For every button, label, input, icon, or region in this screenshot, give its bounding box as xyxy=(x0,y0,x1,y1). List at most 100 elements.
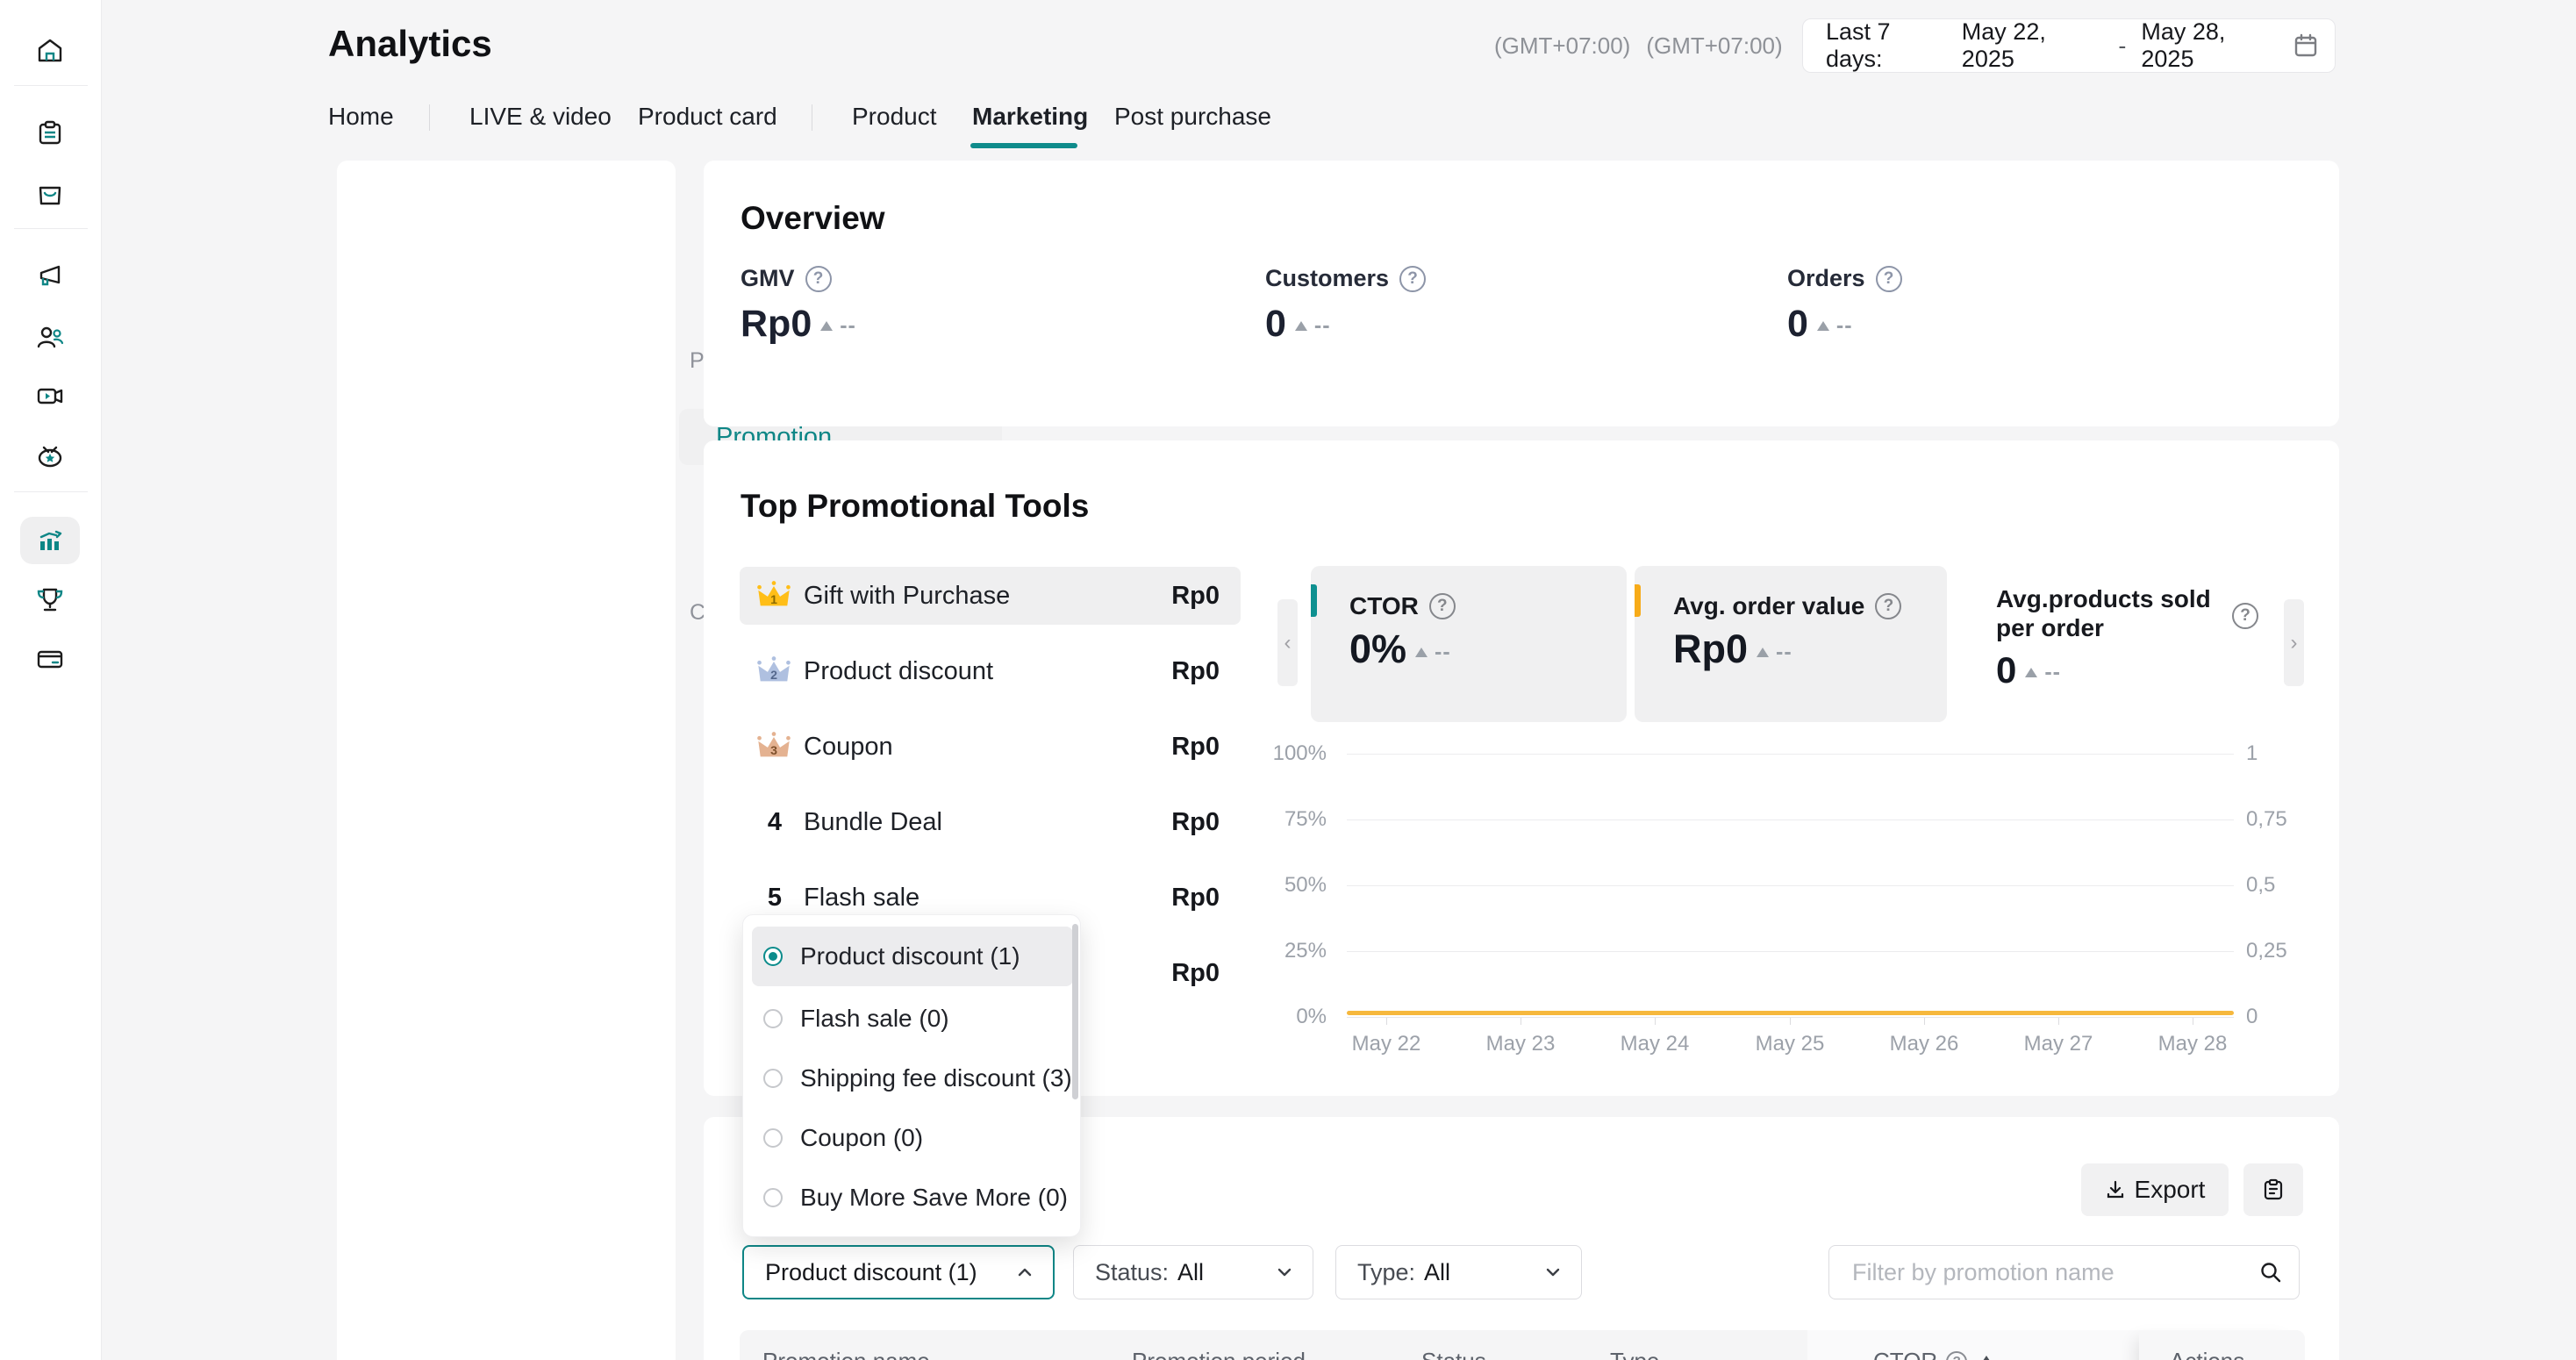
rank-number: 4 xyxy=(760,808,790,837)
trophy-icon[interactable] xyxy=(35,584,65,614)
affiliate-users-icon[interactable] xyxy=(35,322,65,352)
x-tick xyxy=(1655,1018,1656,1025)
column-promotion-period: Promotion period xyxy=(1132,1348,1306,1360)
radio-icon[interactable] xyxy=(763,1069,783,1088)
dropdown-scrollbar[interactable] xyxy=(1072,924,1078,1099)
live-tv-icon[interactable] xyxy=(35,441,65,471)
active-tab-underline xyxy=(970,143,1077,148)
tool-filter-select[interactable]: Product discount (1) xyxy=(742,1245,1055,1299)
x-tick xyxy=(1790,1018,1791,1025)
radio-icon[interactable] xyxy=(763,1188,783,1207)
y2-axis-tick: 1 xyxy=(2246,741,2258,766)
orders-label-row: Orders ? xyxy=(1787,265,1902,292)
top-tool-value: Rp0 xyxy=(1097,884,1220,913)
date-separator: - xyxy=(2118,32,2126,60)
column-promotion-name: Promotion name xyxy=(762,1348,930,1360)
trend-up-icon xyxy=(1415,648,1428,657)
top-tool-value: Rp0 xyxy=(1097,808,1220,837)
tab-post-purchase[interactable]: Post purchase xyxy=(1114,103,1271,131)
question-icon[interactable]: ? xyxy=(1876,266,1902,292)
y-axis-tick: 75% xyxy=(1255,807,1327,832)
report-clipboard-button[interactable] xyxy=(2243,1163,2303,1216)
trend-up-icon xyxy=(1817,321,1829,331)
x-axis-label: May 24 xyxy=(1602,1032,1707,1056)
shop-bag-icon[interactable] xyxy=(35,179,65,209)
x-axis-label: May 27 xyxy=(2006,1032,2111,1056)
dropdown-option-product-discount[interactable]: Product discount (1) xyxy=(752,927,1073,986)
avg-order-value-label: Avg. order value xyxy=(1673,592,1864,620)
question-icon[interactable]: ? xyxy=(1399,266,1426,292)
orders-value-row: 0 -- xyxy=(1787,303,1853,346)
svg-text:2: 2 xyxy=(770,668,777,682)
chart-series-line xyxy=(1347,1011,2234,1015)
divider xyxy=(14,491,88,492)
carousel-right-button[interactable]: › xyxy=(2284,599,2304,686)
question-icon: ? xyxy=(1946,1351,1967,1360)
search-icon[interactable] xyxy=(2258,1260,2283,1285)
question-icon[interactable]: ? xyxy=(2232,603,2258,629)
home-icon[interactable] xyxy=(35,36,65,66)
divider xyxy=(14,228,88,229)
icon-sidebar xyxy=(0,0,102,1360)
finance-card-icon[interactable] xyxy=(35,644,65,674)
customers-value: 0 xyxy=(1265,303,1286,346)
option-label: Shipping fee discount (3) xyxy=(800,1064,1072,1092)
teal-accent-bar xyxy=(1311,584,1317,617)
tab-product[interactable]: Product xyxy=(852,103,937,131)
clipboard-icon xyxy=(2262,1178,2285,1201)
timezone-a: (GMT+07:00) xyxy=(1494,32,1630,60)
x-tick xyxy=(1924,1018,1925,1025)
chevron-down-icon xyxy=(1274,1262,1295,1283)
radio-selected-icon[interactable] xyxy=(763,947,783,966)
dropdown-option-flash-sale[interactable]: Flash sale (0) xyxy=(752,989,1073,1049)
question-icon[interactable]: ? xyxy=(805,266,832,292)
top-tool-label[interactable]: Bundle Deal xyxy=(804,808,942,837)
tool-filter-value: Product discount (1) xyxy=(765,1259,977,1286)
tab-live-video[interactable]: LIVE & video xyxy=(469,103,612,131)
orders-clipboard-icon[interactable] xyxy=(35,118,65,148)
marketing-subnav: Promotion Promotion tools Campaigns Prog… xyxy=(337,161,676,1360)
tab-home[interactable]: Home xyxy=(328,103,394,131)
y-axis-tick: 50% xyxy=(1255,873,1327,898)
chevron-up-icon xyxy=(1014,1262,1035,1283)
column-ctor-sortable[interactable]: CTOR ? xyxy=(1873,1348,1992,1360)
dropdown-option-shipping-fee-discount[interactable]: Shipping fee discount (3) xyxy=(752,1049,1073,1108)
avg-products-delta: -- xyxy=(2044,660,2061,685)
megaphone-icon[interactable] xyxy=(35,261,65,291)
analytics-chart-icon[interactable] xyxy=(35,526,65,555)
avg-order-value-delta: -- xyxy=(1776,640,1792,665)
avg-products-card-value: 0 -- xyxy=(1996,649,2061,691)
top-tool-label[interactable]: Coupon xyxy=(804,733,893,762)
question-icon[interactable]: ? xyxy=(1875,593,1901,619)
question-icon[interactable]: ? xyxy=(1429,593,1456,619)
gmv-label: GMV xyxy=(741,265,795,292)
date-range-picker[interactable]: Last 7 days: May 22, 2025 - May 28, 2025 xyxy=(1802,18,2336,73)
y2-axis-tick: 0 xyxy=(2246,1005,2258,1029)
overview-title: Overview xyxy=(741,200,885,237)
export-button[interactable]: Export xyxy=(2081,1163,2229,1216)
carousel-left-button[interactable]: ‹ xyxy=(1277,599,1298,686)
radio-icon[interactable] xyxy=(763,1128,783,1148)
gridline xyxy=(1347,885,2234,886)
type-filter-select[interactable]: Type: All xyxy=(1335,1245,1582,1299)
option-label: Buy More Save More (0) xyxy=(800,1184,1068,1212)
avg-order-value-card-value: Rp0 -- xyxy=(1673,626,1792,672)
top-tool-label[interactable]: Product discount xyxy=(804,657,993,686)
top-tool-label[interactable]: Gift with Purchase xyxy=(804,582,1010,611)
gmv-value: Rp0 xyxy=(741,303,812,346)
top-tools-title: Top Promotional Tools xyxy=(741,488,1089,525)
promotion-search-input[interactable] xyxy=(1850,1258,2258,1287)
avg-products-sold-card[interactable]: Avg.products sold per order xyxy=(1996,584,2211,642)
top-tool-label[interactable]: Flash sale xyxy=(804,884,919,913)
gridline xyxy=(1347,951,2234,952)
status-filter-select[interactable]: Status: All xyxy=(1073,1245,1313,1299)
dropdown-option-coupon[interactable]: Coupon (0) xyxy=(752,1108,1073,1168)
dropdown-option-buy-more-save-more[interactable]: Buy More Save More (0) xyxy=(752,1168,1073,1228)
tab-product-card[interactable]: Product card xyxy=(638,103,777,131)
y-axis-tick: 0% xyxy=(1255,1005,1327,1029)
avg-products-label-line1: Avg.products sold xyxy=(1996,584,2211,613)
customers-label-row: Customers ? xyxy=(1265,265,1426,292)
radio-icon[interactable] xyxy=(763,1009,783,1028)
tab-marketing[interactable]: Marketing xyxy=(972,103,1088,131)
video-camera-icon[interactable] xyxy=(35,381,65,411)
